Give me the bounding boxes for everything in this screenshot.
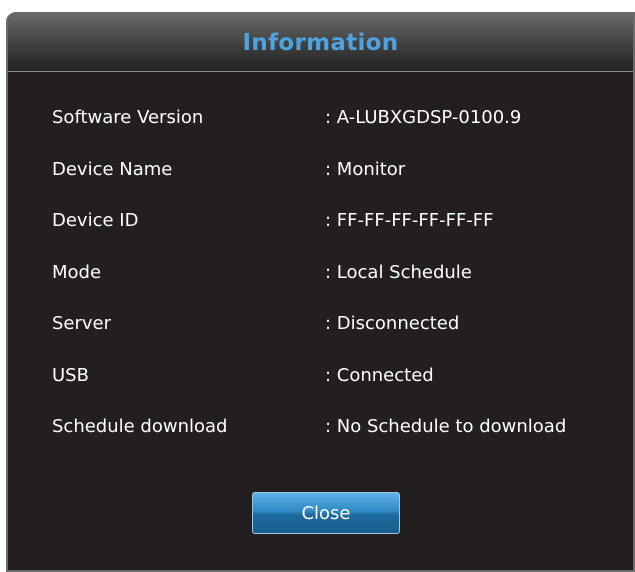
info-label: Mode xyxy=(52,261,102,283)
info-row-usb: USB : Connected xyxy=(52,365,622,417)
info-row-mode: Mode : Local Schedule xyxy=(52,262,622,314)
info-label: Software Version xyxy=(52,107,204,128)
info-value: : A-LUBXGDSP-0100.9 xyxy=(325,107,522,128)
information-dialog: Information Software Version : A-LUBXGDS… xyxy=(6,12,635,572)
info-value: : No Schedule to download xyxy=(325,416,567,437)
info-label: USB xyxy=(52,364,89,386)
info-label: Device Name xyxy=(52,158,173,180)
info-value: : Monitor xyxy=(325,158,406,180)
dialog-title: Information xyxy=(242,29,399,56)
info-value: : Connected xyxy=(325,364,434,386)
info-row-software-version: Software Version : A-LUBXGDSP-0100.9 xyxy=(52,107,622,159)
info-label: Server xyxy=(52,313,112,334)
info-label: Device ID xyxy=(52,210,139,231)
dialog-titlebar: Information xyxy=(8,14,633,72)
info-row-schedule-download: Schedule download : No Schedule to downl… xyxy=(52,416,622,468)
info-row-device-name: Device Name : Monitor xyxy=(52,159,622,211)
info-value: : FF-FF-FF-FF-FF-FF xyxy=(325,210,494,231)
info-row-device-id: Device ID : FF-FF-FF-FF-FF-FF xyxy=(52,210,622,262)
info-row-server: Server : Disconnected xyxy=(52,313,622,365)
info-label: Schedule download xyxy=(52,416,228,437)
close-button[interactable]: Close xyxy=(252,492,400,534)
info-list: Software Version : A-LUBXGDSP-0100.9 Dev… xyxy=(52,107,622,468)
info-value: : Disconnected xyxy=(325,313,460,334)
info-value: : Local Schedule xyxy=(325,261,472,283)
